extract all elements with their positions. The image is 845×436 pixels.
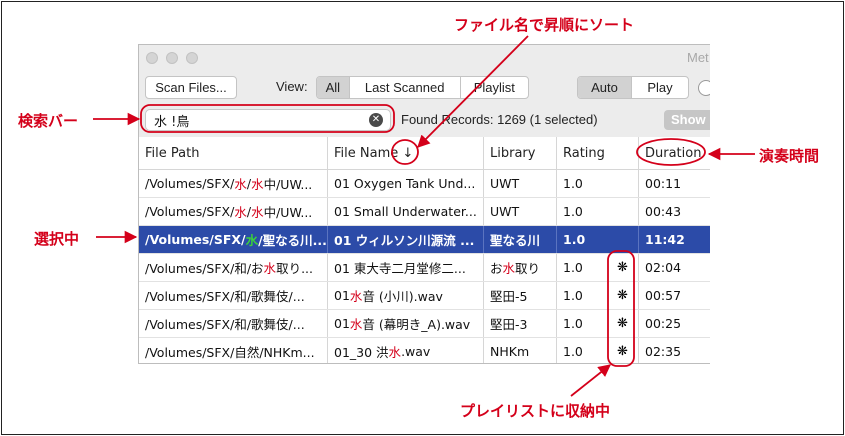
arrow-playlist [570,364,611,397]
annotation-arrows [93,35,755,397]
sort-highlight-outline [391,139,419,165]
duration-highlight-outline [636,138,706,166]
playlist-highlight-outline [607,250,635,367]
arrow-sort [417,35,529,148]
search-highlight-outline [140,104,395,133]
